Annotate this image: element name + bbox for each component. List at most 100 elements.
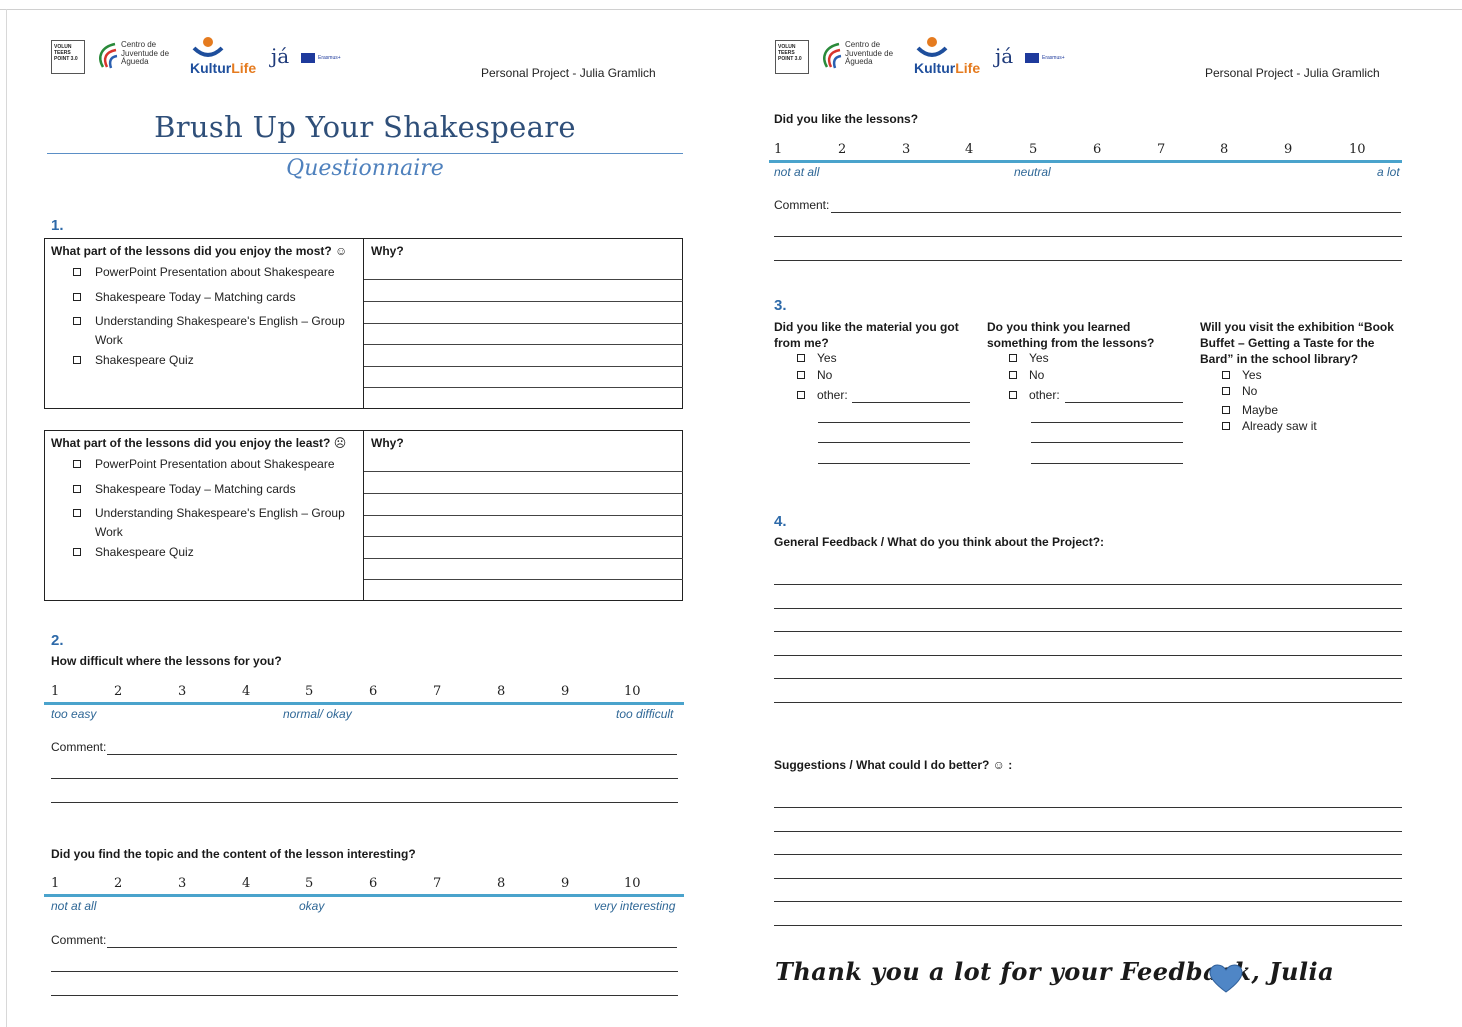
checkbox[interactable]	[1222, 406, 1230, 414]
feedback-line[interactable]	[774, 631, 1402, 632]
comment-line[interactable]	[107, 947, 677, 948]
scale-number[interactable]: 10	[1349, 142, 1366, 157]
enjoy-least-option[interactable]: Shakespeare Quiz	[73, 543, 353, 562]
other-line[interactable]	[1065, 402, 1183, 403]
scale-number[interactable]: 1	[51, 684, 59, 699]
scale-number[interactable]: 6	[1093, 142, 1101, 157]
checkbox[interactable]	[73, 317, 81, 325]
why-line[interactable]	[364, 493, 683, 494]
enjoy-most-option[interactable]: Understanding Shakespeare's English – Gr…	[73, 312, 353, 350]
enjoy-least-option[interactable]: PowerPoint Presentation about Shakespear…	[73, 455, 353, 474]
why-line[interactable]	[364, 579, 683, 580]
comment-line[interactable]	[774, 236, 1402, 237]
checkbox[interactable]	[1222, 371, 1230, 379]
scale-number[interactable]: 2	[114, 876, 122, 891]
feedback-line[interactable]	[774, 655, 1402, 656]
why-line[interactable]	[364, 536, 683, 537]
why-line[interactable]	[364, 344, 683, 345]
scale-number[interactable]: 9	[561, 876, 569, 891]
exhibition-option-no[interactable]: No	[1222, 384, 1257, 398]
scale-number[interactable]: 10	[624, 876, 641, 891]
comment-line[interactable]	[51, 995, 678, 996]
why-line[interactable]	[364, 515, 683, 516]
checkbox[interactable]	[797, 371, 805, 379]
scale-number[interactable]: 3	[178, 684, 186, 699]
exhibition-option-already-saw[interactable]: Already saw it	[1222, 419, 1317, 433]
checkbox[interactable]	[73, 509, 81, 517]
comment-line[interactable]	[51, 971, 678, 972]
other-line[interactable]	[1031, 442, 1183, 443]
comment-line[interactable]	[107, 754, 677, 755]
scale-number[interactable]: 5	[1029, 142, 1037, 157]
exhibition-option-yes[interactable]: Yes	[1222, 368, 1262, 382]
enjoy-most-option[interactable]: Shakespeare Quiz	[73, 351, 353, 370]
scale-number[interactable]: 4	[242, 684, 250, 699]
checkbox[interactable]	[1222, 387, 1230, 395]
material-option-no[interactable]: No	[797, 368, 832, 382]
scale-number[interactable]: 8	[1220, 142, 1228, 157]
comment-line[interactable]	[51, 778, 678, 779]
checkbox[interactable]	[1009, 354, 1017, 362]
scale-number[interactable]: 9	[561, 684, 569, 699]
enjoy-least-option[interactable]: Understanding Shakespeare's English – Gr…	[73, 504, 353, 542]
suggestions-line[interactable]	[774, 854, 1402, 855]
other-line[interactable]	[852, 402, 970, 403]
checkbox[interactable]	[1222, 422, 1230, 430]
why-line[interactable]	[364, 471, 683, 472]
checkbox[interactable]	[797, 391, 805, 399]
why-line[interactable]	[364, 279, 683, 280]
scale-number[interactable]: 3	[902, 142, 910, 157]
why-line[interactable]	[364, 558, 683, 559]
scale-number[interactable]: 7	[1157, 142, 1165, 157]
suggestions-line[interactable]	[774, 831, 1402, 832]
why-line[interactable]	[364, 323, 683, 324]
suggestions-line[interactable]	[774, 925, 1402, 926]
exhibition-option-maybe[interactable]: Maybe	[1222, 403, 1278, 417]
scale-number[interactable]: 4	[242, 876, 250, 891]
enjoy-most-option[interactable]: Shakespeare Today – Matching cards	[73, 288, 353, 307]
suggestions-line[interactable]	[774, 807, 1402, 808]
comment-line[interactable]	[51, 802, 678, 803]
material-option-other[interactable]: other:	[797, 388, 848, 402]
enjoy-most-option[interactable]: PowerPoint Presentation about Shakespear…	[73, 263, 353, 282]
scale-number[interactable]: 3	[178, 876, 186, 891]
feedback-line[interactable]	[774, 584, 1402, 585]
scale-number[interactable]: 7	[433, 876, 441, 891]
other-line[interactable]	[818, 422, 970, 423]
suggestions-line[interactable]	[774, 901, 1402, 902]
scale-number[interactable]: 1	[774, 142, 782, 157]
scale-number[interactable]: 8	[497, 684, 505, 699]
scale-number[interactable]: 5	[305, 684, 313, 699]
scale-number[interactable]: 6	[369, 876, 377, 891]
checkbox[interactable]	[73, 485, 81, 493]
scale-number[interactable]: 5	[305, 876, 313, 891]
scale-number[interactable]: 6	[369, 684, 377, 699]
scale-number[interactable]: 10	[624, 684, 641, 699]
feedback-line[interactable]	[774, 678, 1402, 679]
checkbox[interactable]	[1009, 391, 1017, 399]
feedback-line[interactable]	[774, 608, 1402, 609]
checkbox[interactable]	[73, 548, 81, 556]
other-line[interactable]	[818, 442, 970, 443]
other-line[interactable]	[1031, 463, 1183, 464]
scale-number[interactable]: 2	[838, 142, 846, 157]
material-option-yes[interactable]: Yes	[797, 351, 837, 365]
why-line[interactable]	[364, 366, 683, 367]
checkbox[interactable]	[797, 354, 805, 362]
scale-number[interactable]: 1	[51, 876, 59, 891]
comment-line[interactable]	[774, 260, 1402, 261]
checkbox[interactable]	[73, 460, 81, 468]
checkbox[interactable]	[73, 293, 81, 301]
why-line[interactable]	[364, 301, 683, 302]
enjoy-least-option[interactable]: Shakespeare Today – Matching cards	[73, 480, 353, 499]
learned-option-yes[interactable]: Yes	[1009, 351, 1049, 365]
scale-number[interactable]: 8	[497, 876, 505, 891]
scale-number[interactable]: 9	[1284, 142, 1292, 157]
checkbox[interactable]	[73, 268, 81, 276]
learned-option-no[interactable]: No	[1009, 368, 1044, 382]
scale-number[interactable]: 4	[965, 142, 973, 157]
checkbox[interactable]	[73, 356, 81, 364]
feedback-line[interactable]	[774, 702, 1402, 703]
learned-option-other[interactable]: other:	[1009, 388, 1060, 402]
comment-line[interactable]	[831, 212, 1401, 213]
